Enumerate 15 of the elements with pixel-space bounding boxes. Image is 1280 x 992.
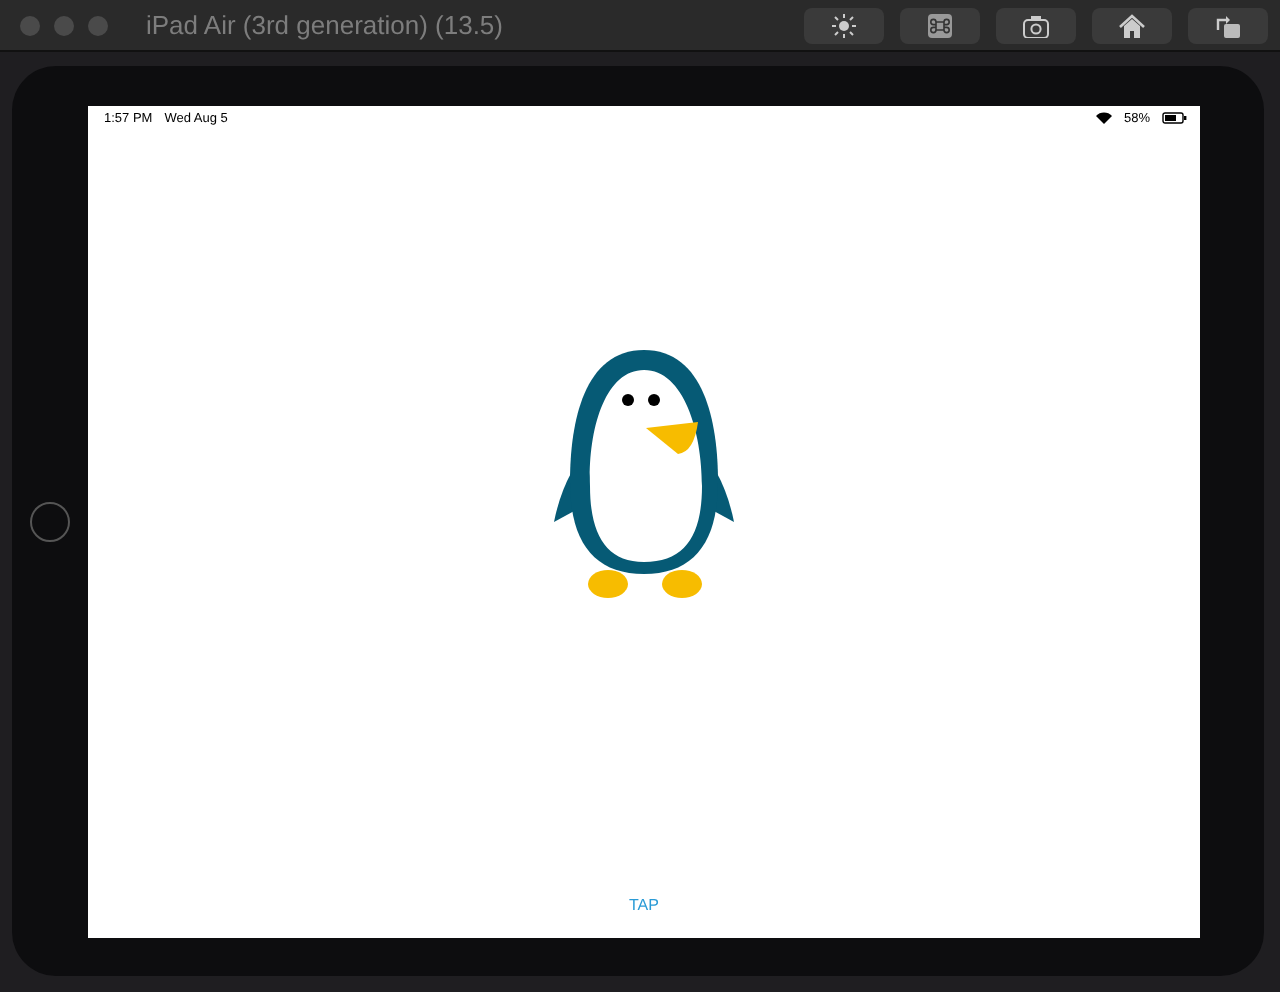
camera-icon xyxy=(1022,13,1050,37)
sun-icon xyxy=(830,13,858,37)
window-title: iPad Air (3rd generation) (13.5) xyxy=(146,10,505,40)
wifi-icon xyxy=(1095,112,1112,124)
screenshot-button[interactable] xyxy=(996,7,1076,43)
tap-button[interactable]: TAP xyxy=(621,891,667,917)
home-button[interactable] xyxy=(1092,7,1172,43)
house-icon xyxy=(1118,13,1146,37)
home-button-ring[interactable] xyxy=(30,501,70,541)
brightness-button[interactable] xyxy=(804,7,884,43)
rotate-button[interactable] xyxy=(1188,7,1268,43)
battery-icon xyxy=(1162,112,1188,124)
command-key-icon xyxy=(926,13,954,37)
rotate-icon xyxy=(1214,13,1242,37)
command-button[interactable] xyxy=(900,7,980,43)
